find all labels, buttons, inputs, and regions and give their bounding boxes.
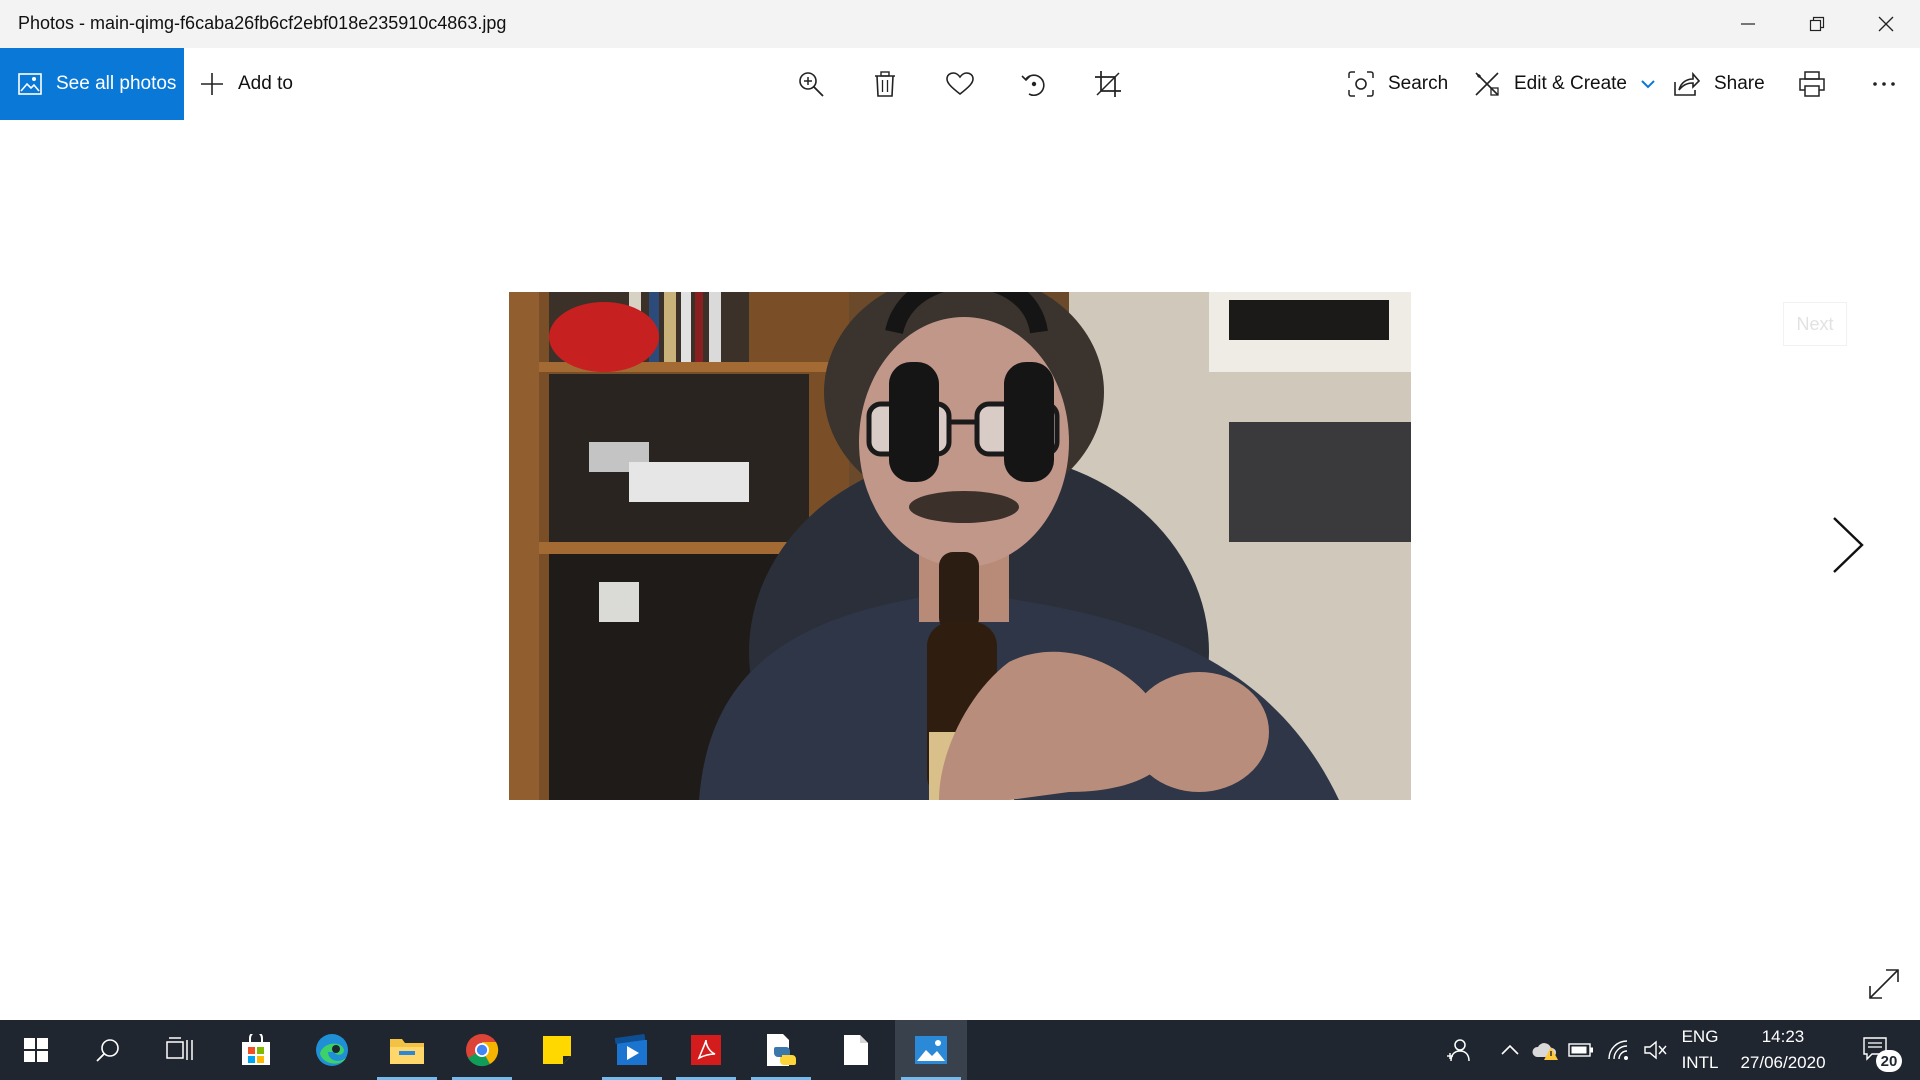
edit-create-label: Edit & Create xyxy=(1514,73,1627,94)
show-hidden-icons-button[interactable] xyxy=(1496,1020,1524,1080)
clock-time: 14:23 xyxy=(1761,1027,1805,1046)
taskbar-media-app[interactable] xyxy=(596,1020,668,1080)
more-button[interactable] xyxy=(1856,48,1912,120)
minimize-button[interactable] xyxy=(1713,0,1782,48)
plus-icon xyxy=(200,72,224,96)
language-code: ENG xyxy=(1681,1027,1719,1046)
input-language-button[interactable]: ENG INTL xyxy=(1672,1020,1728,1080)
start-button[interactable] xyxy=(0,1020,72,1080)
edit-create-icon xyxy=(1474,71,1500,97)
share-label: Share xyxy=(1714,73,1765,94)
chevron-up-icon xyxy=(1501,1044,1519,1055)
next-tooltip: Next xyxy=(1783,302,1847,346)
visual-search-icon xyxy=(1348,71,1374,97)
trash-icon xyxy=(875,71,895,97)
action-center-button[interactable]: 20 xyxy=(1852,1020,1902,1080)
taskbar: ENG INTL 14:23 27/06/2020 20 xyxy=(0,1020,1920,1080)
zoom-button[interactable] xyxy=(783,48,839,120)
sticky-notes-icon xyxy=(543,1036,571,1064)
people-button[interactable] xyxy=(1438,1020,1478,1080)
edit-create-button[interactable]: Edit & Create xyxy=(1474,48,1655,120)
windows-logo-icon xyxy=(24,1038,48,1062)
taskbar-search-button[interactable] xyxy=(72,1020,144,1080)
expand-icon xyxy=(1869,969,1899,999)
chevron-down-icon xyxy=(1641,79,1655,89)
battery-button[interactable] xyxy=(1566,1020,1596,1080)
taskbar-file-explorer[interactable] xyxy=(371,1020,443,1080)
task-view-button[interactable] xyxy=(144,1020,216,1080)
delete-button[interactable] xyxy=(857,48,913,120)
chrome-icon xyxy=(466,1034,499,1067)
see-all-photos-label: See all photos xyxy=(56,73,177,94)
clock-date: 27/06/2020 xyxy=(1740,1053,1826,1072)
full-screen-button[interactable] xyxy=(1866,966,1902,1002)
task-view-icon xyxy=(166,1037,193,1060)
speaker-muted-icon xyxy=(1644,1040,1667,1060)
taskbar-python-file[interactable] xyxy=(745,1020,817,1080)
crop-button[interactable] xyxy=(1080,48,1136,120)
taskbar-chrome[interactable] xyxy=(446,1020,518,1080)
video-editor-icon xyxy=(614,1034,647,1065)
share-icon xyxy=(1674,72,1700,96)
search-icon xyxy=(96,1039,119,1062)
taskbar-photos[interactable] xyxy=(895,1020,967,1080)
photos-app-icon xyxy=(915,1036,947,1064)
notification-count-badge: 20 xyxy=(1876,1050,1902,1072)
people-icon xyxy=(1447,1039,1470,1062)
more-icon xyxy=(1873,82,1895,86)
keyboard-layout: INTL xyxy=(1681,1053,1719,1072)
minimize-icon xyxy=(1740,23,1755,25)
close-icon xyxy=(1878,16,1893,32)
taskbar-sticky-notes[interactable] xyxy=(521,1020,593,1080)
edge-browser-icon xyxy=(316,1034,348,1066)
clock-button[interactable]: 14:23 27/06/2020 xyxy=(1732,1020,1834,1080)
wifi-icon xyxy=(1608,1040,1628,1060)
window-title: Photos - main-qimg-f6caba26fb6cf2ebf018e… xyxy=(18,13,507,33)
taskbar-blank-document[interactable] xyxy=(820,1020,892,1080)
favorite-button[interactable] xyxy=(932,48,988,120)
taskbar-edge[interactable] xyxy=(296,1020,368,1080)
share-button[interactable]: Share xyxy=(1674,48,1765,120)
battery-icon xyxy=(1568,1043,1593,1057)
photo-image xyxy=(509,292,1411,800)
rotate-button[interactable] xyxy=(1006,48,1062,120)
python-document-icon xyxy=(767,1034,796,1066)
taskbar-acrobat[interactable] xyxy=(670,1020,742,1080)
crop-icon xyxy=(1095,71,1121,97)
photos-icon xyxy=(18,73,42,95)
acrobat-icon xyxy=(691,1035,721,1065)
heart-icon xyxy=(946,72,974,96)
next-photo-button[interactable] xyxy=(1818,510,1874,580)
taskbar-store[interactable] xyxy=(220,1020,292,1080)
title-bar: Photos - main-qimg-f6caba26fb6cf2ebf018e… xyxy=(0,0,1920,48)
print-icon xyxy=(1799,71,1825,97)
add-to-button[interactable]: Add to xyxy=(200,48,293,120)
chevron-right-icon xyxy=(1833,517,1864,573)
onedrive-warning-button[interactable] xyxy=(1530,1020,1560,1080)
command-bar: See all photos Add to Search Edit & Crea… xyxy=(0,48,1920,120)
document-icon xyxy=(844,1035,868,1065)
cloud-warning-icon xyxy=(1532,1043,1558,1060)
close-button[interactable] xyxy=(1851,0,1920,48)
restore-icon xyxy=(1809,16,1824,32)
restore-button[interactable] xyxy=(1782,0,1851,48)
network-button[interactable] xyxy=(1604,1020,1634,1080)
rotate-icon xyxy=(1021,74,1045,97)
zoom-in-icon xyxy=(799,72,824,97)
microsoft-store-icon xyxy=(242,1034,270,1065)
folder-icon xyxy=(390,1039,424,1064)
see-all-photos-button[interactable]: See all photos xyxy=(0,48,184,120)
search-button[interactable]: Search xyxy=(1348,48,1448,120)
search-label: Search xyxy=(1388,73,1449,94)
print-button[interactable] xyxy=(1784,48,1840,120)
add-to-label: Add to xyxy=(238,73,293,94)
volume-button[interactable] xyxy=(1640,1020,1670,1080)
